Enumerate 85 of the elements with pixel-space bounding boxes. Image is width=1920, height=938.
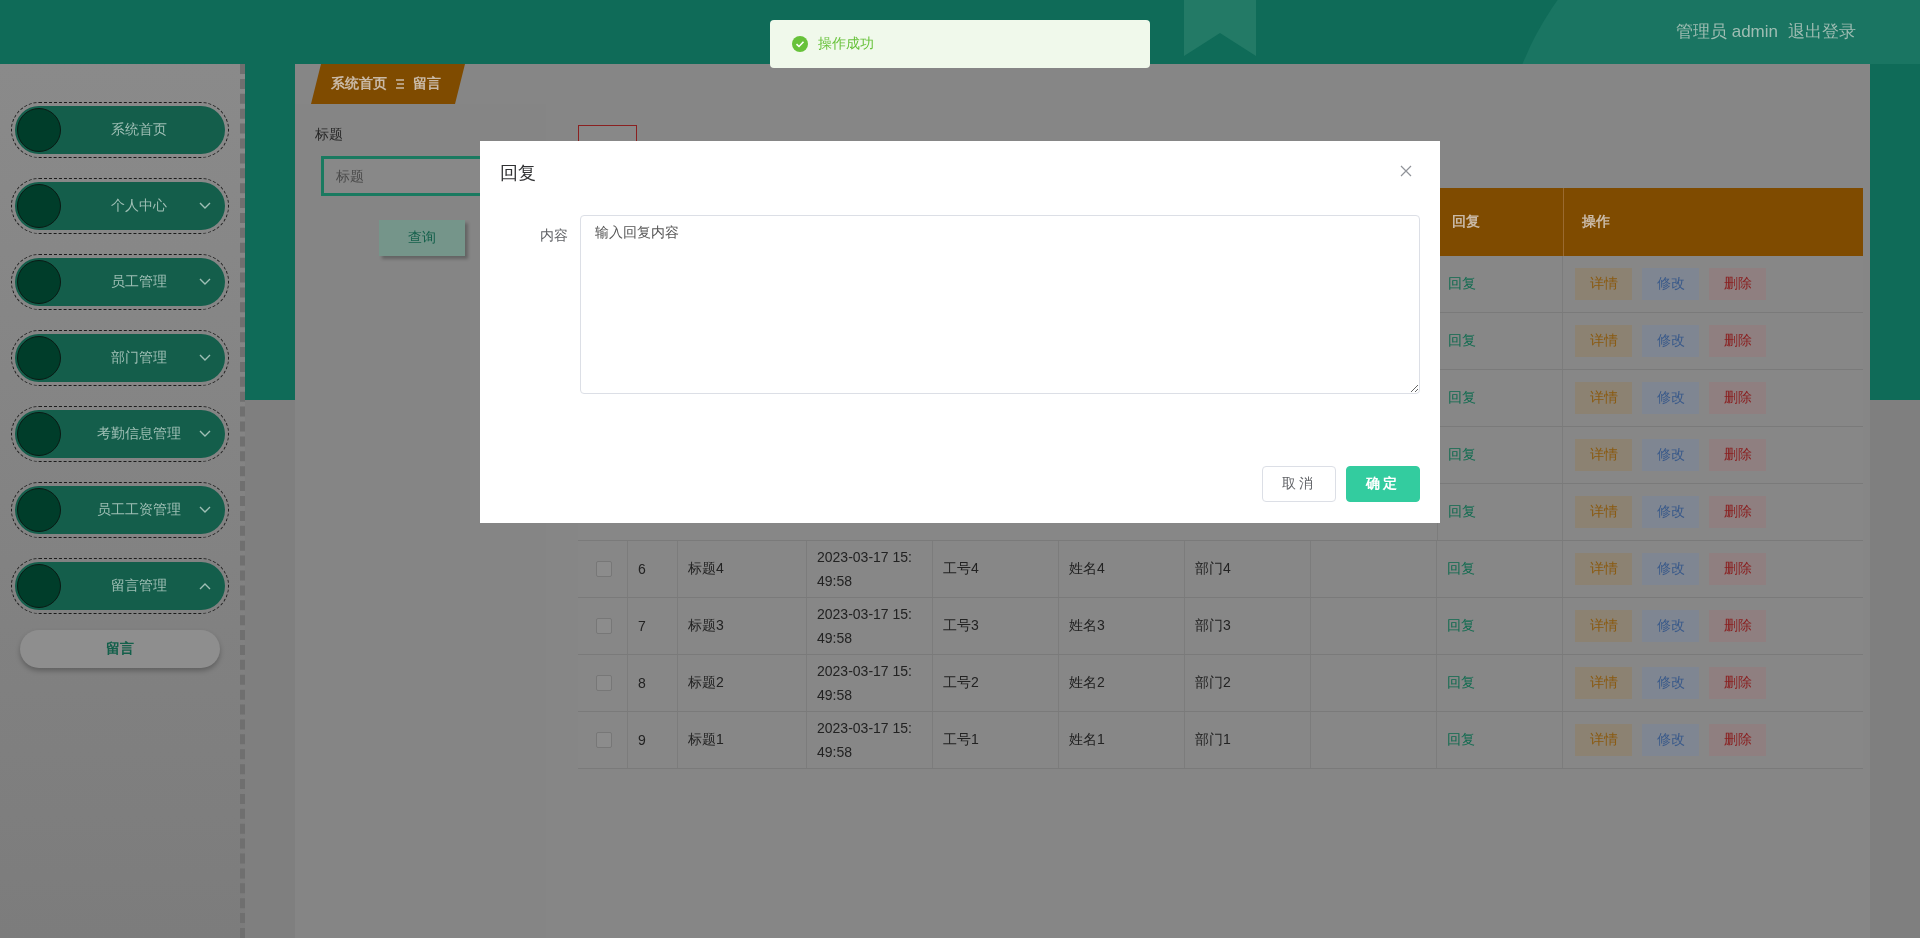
table-cell: 部门1 bbox=[1195, 731, 1231, 749]
table-cell: 标题2 bbox=[688, 674, 724, 692]
reply-link[interactable]: 回复 bbox=[1447, 674, 1475, 692]
table-cell: 工号2 bbox=[943, 674, 979, 692]
sidebar-item[interactable]: 系统首页 bbox=[15, 106, 225, 154]
table-cell: 部门3 bbox=[1195, 617, 1231, 635]
confirm-button[interactable]: 确定 bbox=[1346, 466, 1420, 502]
table-cell: 工号4 bbox=[943, 560, 979, 578]
table-cell: 姓名4 bbox=[1069, 560, 1105, 578]
delete-button[interactable]: 删除 bbox=[1709, 325, 1766, 357]
edit-button[interactable]: 修改 bbox=[1642, 496, 1699, 528]
delete-button[interactable]: 删除 bbox=[1709, 439, 1766, 471]
table-cell: 7 bbox=[638, 618, 646, 634]
delete-button[interactable]: 删除 bbox=[1709, 553, 1766, 585]
table-cell-text: 2023-03-17 15:49:58 bbox=[817, 548, 913, 591]
reply-link[interactable]: 回复 bbox=[1447, 560, 1475, 578]
column-header: 回复 bbox=[1452, 213, 1480, 231]
table-cell: 标题1 bbox=[688, 731, 724, 749]
sidebar-item[interactable]: 考勤信息管理 bbox=[15, 410, 225, 458]
edit-button[interactable]: 修改 bbox=[1642, 439, 1699, 471]
reply-link[interactable]: 回复 bbox=[1447, 617, 1475, 635]
user-label: 管理员 admin bbox=[1675, 21, 1778, 43]
reply-link[interactable]: 回复 bbox=[1448, 389, 1476, 407]
reply-textarea[interactable]: 输入回复内容 bbox=[580, 215, 1420, 394]
reply-link[interactable]: 回复 bbox=[1448, 332, 1476, 350]
column-header: 操作 bbox=[1582, 213, 1610, 231]
edit-button[interactable]: 修改 bbox=[1642, 382, 1699, 414]
toast-message: 操作成功 bbox=[818, 35, 874, 53]
delete-button[interactable]: 删除 bbox=[1709, 496, 1766, 528]
table-cell: 部门4 bbox=[1195, 560, 1231, 578]
logout-link[interactable]: 退出登录 bbox=[1788, 20, 1856, 43]
details-button[interactable]: 详情 bbox=[1575, 724, 1632, 756]
table-cell-text: 2023-03-17 15:49:58 bbox=[817, 719, 913, 762]
breadcrumb-link[interactable]: 系统首页 bbox=[331, 75, 387, 93]
reply-link[interactable]: 回复 bbox=[1447, 731, 1475, 749]
reply-link[interactable]: 回复 bbox=[1448, 503, 1476, 521]
table-cell: 6 bbox=[638, 561, 646, 577]
sidebar-item[interactable]: 留言管理 bbox=[15, 562, 225, 610]
table-cell: 8 bbox=[638, 675, 646, 691]
delete-button[interactable]: 删除 bbox=[1709, 724, 1766, 756]
edit-button[interactable]: 修改 bbox=[1642, 325, 1699, 357]
edit-button[interactable]: 修改 bbox=[1642, 610, 1699, 642]
sidebar-item[interactable]: 个人中心 bbox=[15, 182, 225, 230]
reply-link[interactable]: 回复 bbox=[1448, 446, 1476, 464]
edit-button[interactable]: 修改 bbox=[1642, 268, 1699, 300]
table-cell: 姓名3 bbox=[1069, 617, 1105, 635]
details-button[interactable]: 详情 bbox=[1575, 268, 1632, 300]
details-button[interactable]: 详情 bbox=[1575, 439, 1632, 471]
breadcrumb-current: 留言 bbox=[413, 75, 441, 93]
table-cell: 姓名1 bbox=[1069, 731, 1105, 749]
edit-button[interactable]: 修改 bbox=[1642, 667, 1699, 699]
cancel-button[interactable]: 取消 bbox=[1262, 466, 1336, 502]
table-cell: 姓名2 bbox=[1069, 674, 1105, 692]
sidebar-item[interactable]: 部门管理 bbox=[15, 334, 225, 382]
table-cell: 部门2 bbox=[1195, 674, 1231, 692]
table-cell: 工号1 bbox=[943, 731, 979, 749]
reply-link[interactable]: 回复 bbox=[1448, 275, 1476, 293]
delete-button[interactable]: 删除 bbox=[1709, 667, 1766, 699]
details-button[interactable]: 详情 bbox=[1575, 610, 1632, 642]
content-label: 内容 bbox=[539, 226, 568, 245]
dialog-title: 回复 bbox=[500, 162, 536, 185]
search-button[interactable]: 查询 bbox=[379, 220, 465, 256]
table-cell: 9 bbox=[638, 732, 646, 748]
details-button[interactable]: 详情 bbox=[1575, 382, 1632, 414]
delete-button[interactable]: 删除 bbox=[1709, 268, 1766, 300]
check-circle-icon bbox=[792, 36, 808, 52]
table-cell: 标题4 bbox=[688, 560, 724, 578]
sidebar-item[interactable]: 员工工资管理 bbox=[15, 486, 225, 534]
edit-button[interactable]: 修改 bbox=[1642, 553, 1699, 585]
table-cell: 标题3 bbox=[688, 617, 724, 635]
edit-button[interactable]: 修改 bbox=[1642, 724, 1699, 756]
details-button[interactable]: 详情 bbox=[1575, 667, 1632, 699]
sidebar-item[interactable]: 员工管理 bbox=[15, 258, 225, 306]
table-cell-text: 2023-03-17 15:49:58 bbox=[817, 605, 913, 648]
separator-icon bbox=[395, 78, 405, 90]
title-label: 标题 bbox=[315, 126, 344, 144]
details-button[interactable]: 详情 bbox=[1575, 496, 1632, 528]
close-icon[interactable] bbox=[1400, 165, 1412, 177]
details-button[interactable]: 详情 bbox=[1575, 325, 1632, 357]
table-cell: 工号3 bbox=[943, 617, 979, 635]
delete-button[interactable]: 删除 bbox=[1709, 382, 1766, 414]
sidebar-subitem[interactable]: 留言 bbox=[20, 630, 220, 668]
details-button[interactable]: 详情 bbox=[1575, 553, 1632, 585]
delete-button[interactable]: 删除 bbox=[1709, 610, 1766, 642]
table-cell-text: 2023-03-17 15:49:58 bbox=[817, 662, 913, 705]
